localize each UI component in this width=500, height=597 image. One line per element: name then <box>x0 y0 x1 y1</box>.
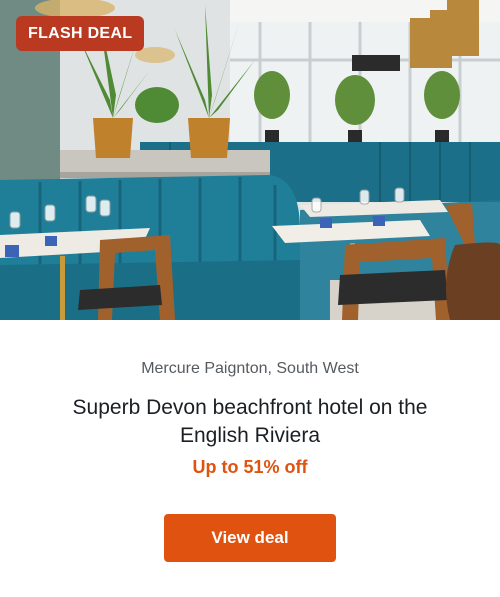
flash-deal-badge: FLASH DEAL <box>16 16 145 51</box>
discount-label: Up to 51% off <box>192 457 308 477</box>
hotel-location: Mercure Paignton, South West <box>141 360 359 377</box>
deal-headline[interactable]: Superb Devon beachfront hotel on the Eng… <box>40 394 460 450</box>
deal-card[interactable]: FLASH DEAL Mercure Paignton, South West … <box>0 0 500 597</box>
view-deal-button[interactable]: View deal <box>164 514 336 562</box>
